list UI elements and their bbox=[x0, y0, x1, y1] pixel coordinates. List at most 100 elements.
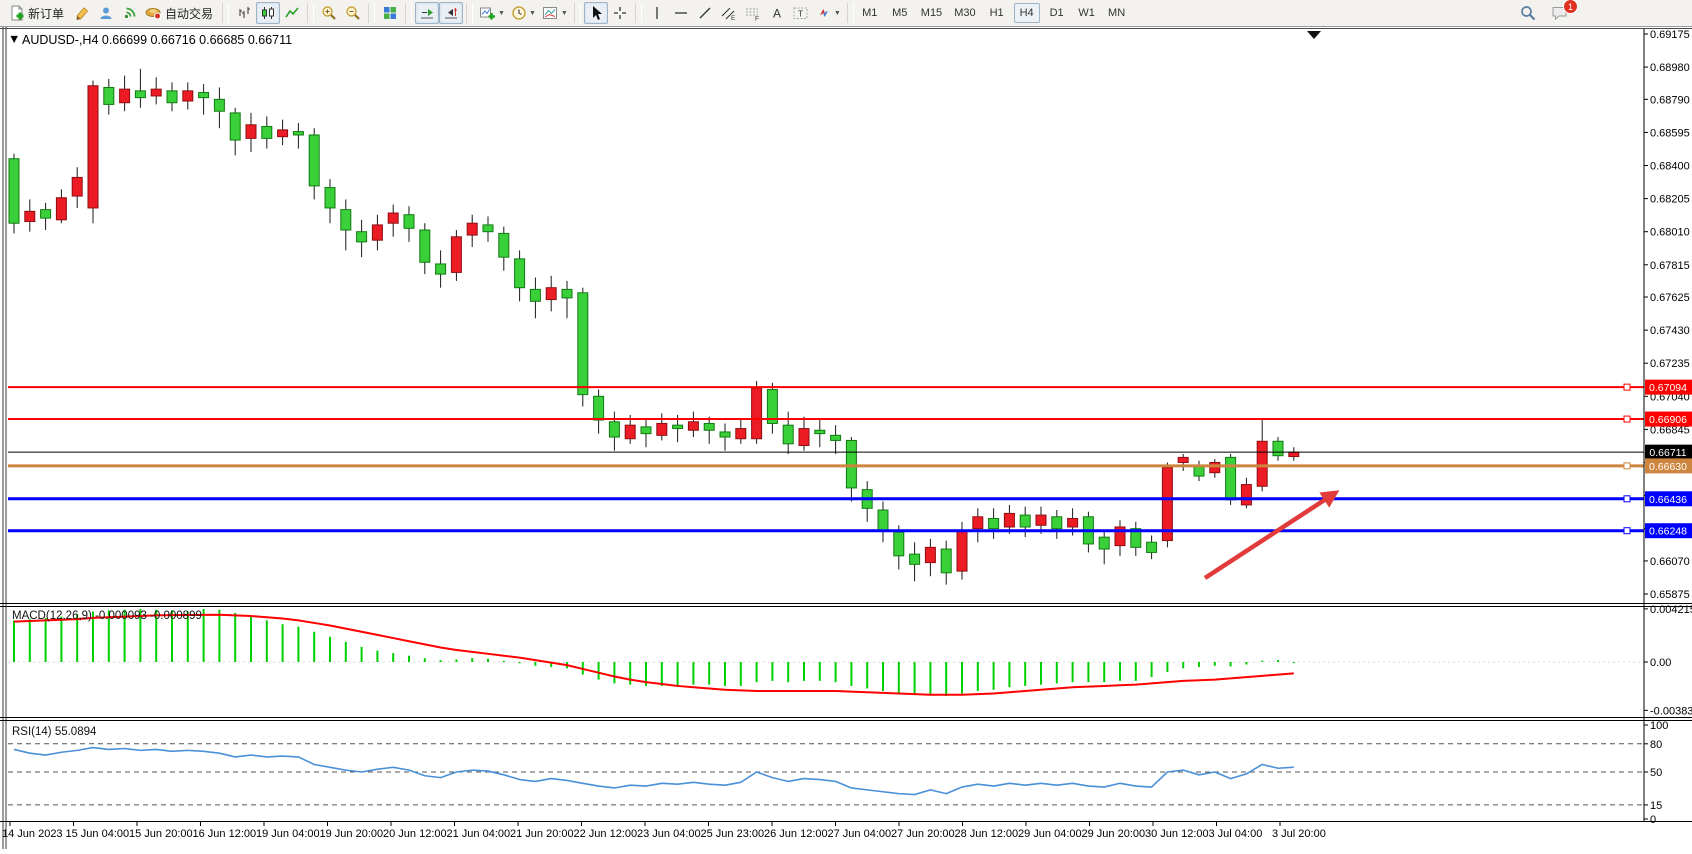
candle bbox=[878, 510, 888, 530]
periods-button[interactable]: ▼ bbox=[508, 2, 539, 24]
hline-handle[interactable] bbox=[1624, 384, 1630, 390]
timeframe-button-mn[interactable]: MN bbox=[1104, 3, 1130, 23]
up-arrow-annotation[interactable] bbox=[1205, 499, 1326, 578]
hline-handle[interactable] bbox=[1624, 496, 1630, 502]
candle bbox=[388, 213, 398, 223]
timeframe-button-m1[interactable]: M1 bbox=[857, 3, 883, 23]
signals-button[interactable] bbox=[118, 2, 142, 24]
search-button[interactable] bbox=[1516, 2, 1540, 24]
candle bbox=[530, 289, 540, 301]
trendline-icon bbox=[697, 5, 713, 21]
rsi-tick-label: 80 bbox=[1650, 739, 1662, 751]
macd-tick-label: 0.004215 bbox=[1650, 604, 1692, 616]
candle bbox=[151, 89, 161, 96]
dropdown-caret-icon: ▼ bbox=[834, 10, 841, 17]
candle bbox=[278, 130, 288, 137]
styler-button[interactable] bbox=[70, 2, 94, 24]
time-tick-label: 15 Jun 20:00 bbox=[129, 828, 193, 840]
timeframe-button-m15[interactable]: M15 bbox=[917, 3, 946, 23]
timeframe-button-h4[interactable]: H4 bbox=[1014, 3, 1040, 23]
timeframe-button-h1[interactable]: H1 bbox=[984, 3, 1010, 23]
candle bbox=[1004, 513, 1014, 527]
arrows-tool-button[interactable]: ▼ bbox=[813, 2, 844, 24]
timeframe-button-m5[interactable]: M5 bbox=[887, 3, 913, 23]
rsi-indicator-label: RSI(14) 55.0894 bbox=[12, 726, 97, 738]
candle bbox=[1257, 441, 1267, 486]
cloud-user-icon bbox=[98, 5, 114, 21]
candle bbox=[372, 225, 382, 240]
dropdown-caret-icon: ▼ bbox=[561, 10, 568, 17]
candle bbox=[1178, 457, 1188, 462]
chart-shift-marker[interactable] bbox=[1307, 31, 1321, 39]
cursor-tool-button[interactable] bbox=[584, 2, 608, 24]
auto-trading-label: 自动交易 bbox=[165, 5, 213, 22]
candle bbox=[973, 517, 983, 529]
trendline-tool-button[interactable] bbox=[693, 2, 717, 24]
candlestick-chart-button[interactable] bbox=[256, 2, 280, 24]
new-order-button[interactable]: 新订单 bbox=[6, 2, 70, 24]
candle bbox=[25, 211, 35, 221]
channel-tool-button[interactable]: E bbox=[717, 2, 741, 24]
horizontal-line-tool-button[interactable] bbox=[669, 2, 693, 24]
rsi-tick-label: 0 bbox=[1650, 814, 1656, 826]
macd-signal-line bbox=[14, 615, 1294, 695]
rsi-tick-label: 50 bbox=[1650, 767, 1662, 779]
price-tick-label: 0.67430 bbox=[1650, 325, 1690, 337]
collapse-triangle-icon[interactable]: ▼ bbox=[8, 32, 20, 46]
indicators-button[interactable]: ▼ bbox=[476, 2, 508, 24]
bar-chart-button[interactable] bbox=[232, 2, 256, 24]
equidistant-channel-icon: E bbox=[720, 5, 737, 21]
zoom-out-button[interactable] bbox=[341, 2, 365, 24]
hline-handle[interactable] bbox=[1624, 463, 1630, 469]
chart-shift-button[interactable] bbox=[439, 2, 463, 24]
candle bbox=[1099, 537, 1109, 549]
hline-handle[interactable] bbox=[1624, 528, 1630, 534]
timeframe-button-m30[interactable]: M30 bbox=[950, 3, 979, 23]
text-label-icon: T bbox=[792, 5, 809, 21]
price-tick-label: 0.65875 bbox=[1650, 589, 1690, 601]
candle bbox=[720, 432, 730, 437]
chart-window[interactable]: 0.691750.689800.687900.685950.684000.682… bbox=[0, 27, 1692, 849]
text-tool-button[interactable]: A bbox=[765, 2, 789, 24]
candle bbox=[846, 440, 856, 488]
auto-scroll-button[interactable] bbox=[415, 2, 439, 24]
notifications-button[interactable]: 1 bbox=[1548, 2, 1572, 24]
signal-icon bbox=[122, 5, 138, 21]
price-tick-label: 0.66070 bbox=[1650, 556, 1690, 568]
community-button[interactable] bbox=[94, 2, 118, 24]
candle bbox=[1194, 466, 1204, 476]
candle bbox=[104, 87, 114, 104]
label-tool-button[interactable]: T bbox=[789, 2, 813, 24]
candle bbox=[1210, 462, 1220, 472]
price-tick-label: 0.67235 bbox=[1650, 358, 1690, 370]
vertical-line-tool-button[interactable] bbox=[645, 2, 669, 24]
candle bbox=[688, 422, 698, 430]
candle bbox=[1289, 452, 1299, 456]
crayon-icon bbox=[74, 5, 90, 21]
candle bbox=[1241, 485, 1251, 505]
zoom-in-button[interactable] bbox=[317, 2, 341, 24]
hline-handle[interactable] bbox=[1624, 416, 1630, 422]
price-badge-label: 0.66711 bbox=[1649, 447, 1686, 459]
candle bbox=[56, 198, 66, 220]
auto-scroll-icon bbox=[419, 5, 435, 21]
tile-windows-button[interactable] bbox=[378, 2, 402, 24]
auto-trading-button[interactable]: 自动交易 bbox=[142, 2, 219, 24]
candle bbox=[183, 91, 193, 101]
rsi-tick-label: 100 bbox=[1650, 720, 1668, 732]
svg-text:A: A bbox=[773, 7, 781, 21]
price-tick-label: 0.68205 bbox=[1650, 194, 1690, 206]
candle bbox=[515, 259, 525, 288]
price-tick-label: 0.68790 bbox=[1650, 94, 1690, 106]
templates-button[interactable]: ▼ bbox=[539, 2, 571, 24]
timeframe-button-w1[interactable]: W1 bbox=[1074, 3, 1100, 23]
chart-canvas[interactable]: 0.691750.689800.687900.685950.684000.682… bbox=[0, 27, 1692, 849]
timeframe-button-d1[interactable]: D1 bbox=[1044, 3, 1070, 23]
price-badge-label: 0.67094 bbox=[1649, 382, 1687, 394]
line-chart-button[interactable] bbox=[280, 2, 304, 24]
candle bbox=[594, 396, 604, 420]
zoom-out-icon bbox=[345, 5, 361, 21]
time-tick-label: 26 Jun 12:00 bbox=[764, 828, 828, 840]
crosshair-tool-button[interactable] bbox=[608, 2, 632, 24]
fibonacci-tool-button[interactable]: F bbox=[741, 2, 765, 24]
